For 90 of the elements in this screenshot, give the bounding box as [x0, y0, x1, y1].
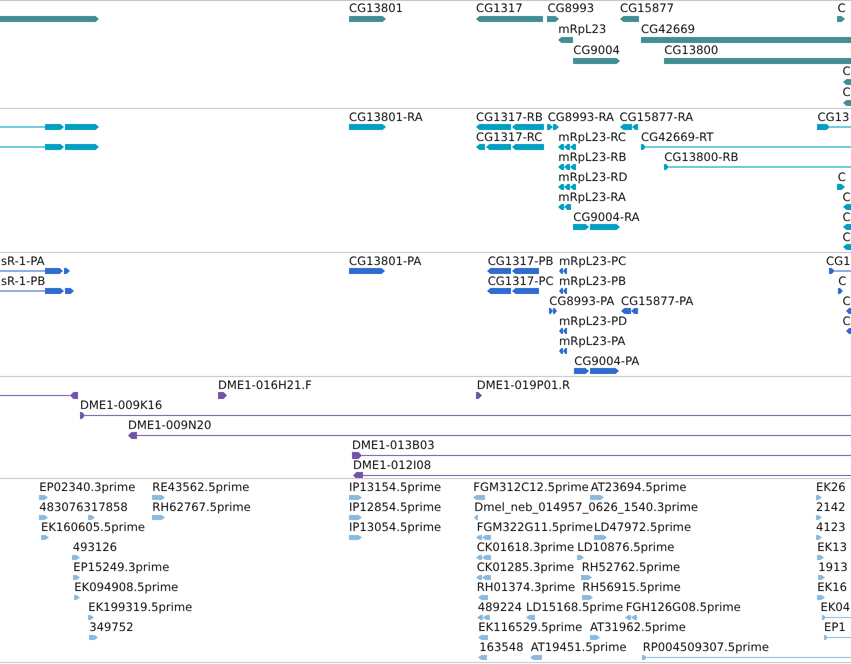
feature-label: CG15877 — [620, 2, 674, 14]
feature-label: CG1317-RB — [476, 111, 543, 123]
feature-label: AT23694.5prime — [590, 481, 687, 494]
feature-label: CK01618.3prime — [476, 541, 574, 554]
feature-label: 1913 — [818, 561, 848, 574]
feature-label: DME1-009K16 — [80, 399, 162, 411]
feature-label: CG1317-PB — [488, 255, 554, 267]
feature-label: 163548 — [479, 641, 524, 654]
feature-label: mRpL23-PC — [559, 255, 626, 267]
feature-label: DME1-012I08 — [353, 459, 432, 471]
feature-label: CG15877-RA — [620, 111, 694, 123]
feature-label: C — [838, 275, 846, 287]
feature-label: CG1317-RC — [476, 131, 542, 143]
feature-label: CG8993-PA — [549, 295, 614, 307]
feature-label: RP004509307.5prime — [642, 641, 769, 654]
feature-label: DME1-016H21.F — [218, 379, 312, 391]
feature-label: C — [842, 295, 851, 307]
feature-label: DME1-019P01.R — [476, 379, 570, 391]
feature-label: Dmel_neb_014957_0626_1540.3prime — [474, 501, 698, 514]
feature-label: mRpL23-PB — [559, 275, 626, 287]
feature-label: EK26 — [816, 481, 846, 494]
feature-label: EP15249.3prime — [73, 561, 170, 574]
feature-label: C — [842, 191, 851, 203]
feature-label: DME1-013B03 — [352, 439, 435, 451]
feature-label: sR-1-PB — [1, 275, 46, 287]
feature-label: EK094908.5prime — [74, 581, 178, 594]
feature-label: mRpL23-PA — [559, 335, 626, 347]
feature-label: EK04 — [820, 601, 850, 614]
feature-label: CG1317 — [476, 2, 523, 14]
feature-label: FGH126G08.5prime — [626, 601, 741, 614]
feature-label: LD15168.5prime — [526, 601, 624, 614]
feature-label: LD10876.5prime — [577, 541, 674, 554]
feature-label: RH62767.5prime — [152, 501, 251, 514]
feature-label: C — [842, 86, 851, 98]
feature-label: mRpL23-RB — [558, 151, 626, 163]
feature-label: CG42669-RT — [641, 131, 714, 143]
feature-label: 349752 — [89, 621, 134, 634]
feature-label: IP13154.5prime — [349, 481, 442, 494]
feature-label: CG9004 — [573, 44, 620, 56]
feature-label: CG13801-RA — [349, 111, 423, 123]
feature-label: IP13054.5prime — [349, 521, 442, 534]
feature-label: RE43562.5prime — [152, 481, 250, 494]
feature-label: C — [842, 315, 851, 327]
feature-label: mRpL23-RC — [558, 131, 626, 143]
feature-label: RH56915.5prime — [582, 581, 681, 594]
feature-label: C — [842, 65, 851, 77]
feature-label: EK116529.5prime — [478, 621, 582, 634]
feature-label: FGM312C12.5prime — [473, 481, 589, 494]
feature-label: RH52762.5prime — [582, 561, 680, 574]
feature-label: EK16 — [817, 581, 847, 594]
feature-label: CK01285.3prime — [476, 561, 574, 574]
feature-label: EK199319.5prime — [88, 601, 192, 614]
feature-label: EP02340.3prime — [39, 481, 136, 494]
feature-label: CG1 — [826, 255, 850, 267]
feature-label: mRpL23-PD — [559, 315, 628, 327]
feature-label: AT31962.5prime — [590, 621, 686, 634]
feature-label: CG9004-RA — [573, 211, 640, 223]
feature-label: C — [838, 171, 846, 183]
feature-label: C — [842, 231, 851, 243]
feature-label: EP1 — [824, 621, 846, 634]
feature-label: CG9004-PA — [574, 355, 640, 367]
feature-label: RH01374.3prime — [476, 581, 576, 594]
feature-label: mRpL23-RD — [558, 171, 628, 183]
feature-label: CG15877-PA — [621, 295, 694, 307]
feature-label: CG13 — [818, 111, 850, 123]
feature-label: 489224 — [478, 601, 522, 614]
feature-label: C — [842, 211, 851, 223]
feature-label: sR-1-PA — [1, 255, 45, 267]
feature-label: EK13 — [817, 541, 847, 554]
feature-label: 2142 — [816, 501, 846, 514]
feature-label: CG8993 — [548, 2, 594, 14]
feature-label: EK160605.5prime — [41, 521, 146, 534]
feature-label: mRpL23-RA — [558, 191, 626, 203]
feature-label: 493126 — [72, 541, 117, 554]
feature-label: CG42669 — [641, 23, 695, 36]
feature-label: DME1-009N20 — [128, 419, 212, 431]
feature-label: 4123 — [816, 521, 846, 534]
feature-label: IP12854.5prime — [349, 501, 442, 514]
feature-label: CG13801-PA — [349, 255, 422, 267]
feature-label: CG1317-PC — [488, 275, 554, 287]
feature-label: mRpL23 — [558, 23, 606, 36]
feature-label: 483076317858 — [39, 501, 128, 514]
feature-label: CG13801 — [349, 2, 403, 14]
feature-label: LD47972.5prime — [594, 521, 692, 534]
feature-label: FGM322G11.5prime — [476, 521, 594, 534]
feature-label: C — [838, 2, 846, 14]
feature-label: CG13800 — [664, 44, 718, 56]
feature-label: CG8993-RA — [548, 111, 614, 123]
feature-label: AT19451.5prime — [530, 641, 627, 654]
feature-label: CG13800-RB — [664, 151, 738, 163]
